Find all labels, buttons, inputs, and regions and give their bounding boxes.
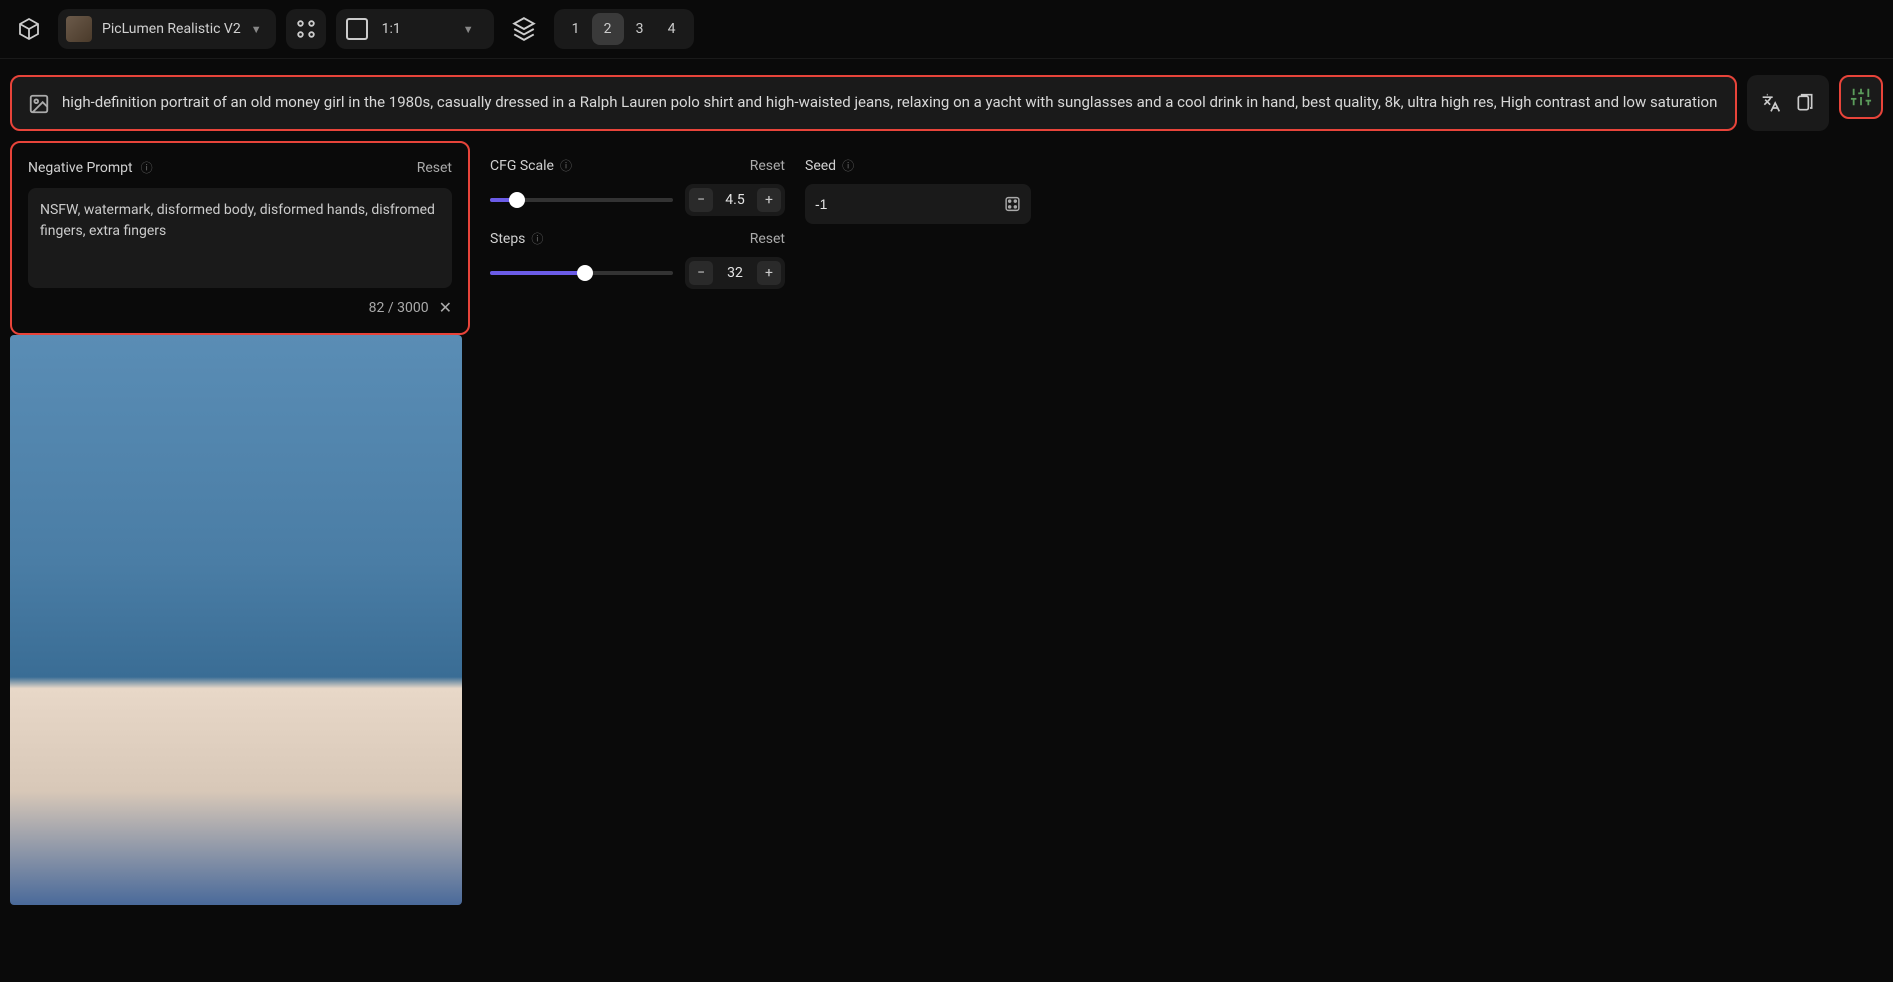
chevron-down-icon: ▼ bbox=[463, 23, 474, 36]
batch-4[interactable]: 4 bbox=[656, 13, 688, 45]
home-button[interactable] bbox=[10, 10, 48, 48]
aspect-ratio-selector[interactable]: 1:1 ▼ bbox=[336, 9, 494, 49]
slider-thumb[interactable] bbox=[577, 265, 593, 281]
model-name: PicLumen Realistic V2 bbox=[102, 21, 241, 37]
batch-3[interactable]: 3 bbox=[624, 13, 656, 45]
neg-prompt-label: Negative Prompt bbox=[28, 160, 133, 176]
help-icon[interactable]: ⓘ bbox=[141, 159, 153, 176]
help-icon[interactable]: ⓘ bbox=[531, 230, 543, 247]
neg-prompt-reset[interactable]: Reset bbox=[417, 160, 452, 176]
translate-icon[interactable] bbox=[1761, 93, 1781, 113]
batch-2[interactable]: 2 bbox=[592, 13, 624, 45]
generated-image[interactable] bbox=[10, 335, 462, 905]
slider-thumb[interactable] bbox=[509, 192, 525, 208]
batch-count-selector: 1 2 3 4 bbox=[554, 9, 694, 49]
steps-label: Steps bbox=[490, 231, 525, 247]
cfg-plus[interactable]: + bbox=[757, 188, 781, 212]
clear-icon[interactable]: ✕ bbox=[439, 298, 452, 317]
dice-icon[interactable] bbox=[1004, 194, 1021, 214]
cfg-label: CFG Scale bbox=[490, 158, 554, 174]
image-icon bbox=[28, 93, 50, 115]
ratio-label: 1:1 bbox=[382, 21, 401, 37]
model-thumbnail bbox=[66, 16, 92, 42]
cfg-value[interactable]: 4.5 bbox=[717, 192, 753, 208]
neg-prompt-input[interactable]: NSFW, watermark, disformed body, disform… bbox=[28, 188, 452, 288]
batch-1[interactable]: 1 bbox=[560, 13, 592, 45]
neg-prompt-text: NSFW, watermark, disformed body, disform… bbox=[40, 202, 435, 239]
negative-prompt-panel: Negative Prompt ⓘ Reset NSFW, watermark,… bbox=[10, 141, 470, 335]
steps-reset[interactable]: Reset bbox=[750, 231, 785, 247]
sliders-icon bbox=[1850, 86, 1872, 108]
steps-value[interactable]: 32 bbox=[717, 265, 753, 281]
help-icon[interactable]: ⓘ bbox=[560, 157, 572, 174]
layers-button[interactable] bbox=[504, 9, 544, 49]
seed-input[interactable] bbox=[815, 196, 996, 212]
prompt-text: high-definition portrait of an old money… bbox=[62, 91, 1717, 114]
steps-plus[interactable]: + bbox=[757, 261, 781, 285]
cfg-minus[interactable]: − bbox=[689, 188, 713, 212]
help-icon[interactable]: ⓘ bbox=[842, 157, 854, 174]
steps-slider[interactable] bbox=[490, 271, 673, 275]
cfg-slider[interactable] bbox=[490, 198, 673, 202]
prompt-input[interactable]: high-definition portrait of an old money… bbox=[10, 75, 1737, 131]
model-selector[interactable]: PicLumen Realistic V2 ▼ bbox=[58, 9, 276, 49]
steps-minus[interactable]: − bbox=[689, 261, 713, 285]
cfg-reset[interactable]: Reset bbox=[750, 158, 785, 174]
chevron-down-icon: ▼ bbox=[251, 23, 262, 36]
seed-label: Seed bbox=[805, 158, 836, 174]
neg-prompt-count: 82 / 3000 bbox=[369, 300, 429, 316]
copy-prompt-icon[interactable] bbox=[1795, 93, 1815, 113]
prompt-tools bbox=[1747, 75, 1829, 131]
advanced-settings-button[interactable] bbox=[1839, 75, 1883, 119]
plugins-button[interactable] bbox=[286, 9, 326, 49]
ratio-icon bbox=[346, 18, 368, 40]
